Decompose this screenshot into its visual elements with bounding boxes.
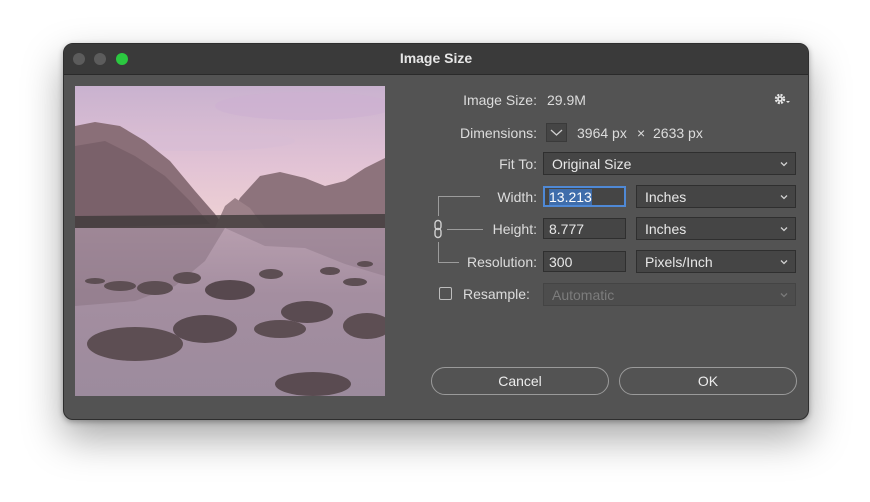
fit-to-label: Fit To: xyxy=(499,156,537,172)
height-unit-dropdown[interactable]: Inches xyxy=(636,217,796,240)
width-input[interactable]: 13.213 xyxy=(543,186,626,207)
title-bar: Image Size xyxy=(64,44,808,75)
height-unit-value: Inches xyxy=(645,221,687,237)
resolution-input[interactable]: 300 xyxy=(543,251,626,272)
resolution-unit-dropdown[interactable]: Pixels/Inch xyxy=(636,250,796,273)
gear-icon[interactable] xyxy=(773,91,791,107)
constrain-bracket-top xyxy=(438,196,439,216)
chevron-down-icon xyxy=(780,260,788,265)
image-preview[interactable] xyxy=(75,86,385,396)
dimensions-label: Dimensions: xyxy=(459,125,537,141)
height-label: Height: xyxy=(492,221,537,237)
chain-link-icon[interactable] xyxy=(432,219,444,239)
constrain-bracket-bottom-arm xyxy=(438,262,459,263)
image-size-dialog: Image Size Image Size: 29.9M Dimensions:… xyxy=(63,43,809,420)
resolution-unit-value: Pixels/Inch xyxy=(645,254,713,270)
dimensions-separator: × xyxy=(637,125,646,141)
image-size-value: 29.9M xyxy=(547,92,586,108)
width-unit-dropdown[interactable]: Inches xyxy=(636,185,796,208)
dimensions-units-dropdown[interactable] xyxy=(546,123,567,142)
width-label: Width: xyxy=(497,189,537,205)
constrain-bracket-middle-arm xyxy=(447,229,483,230)
chevron-down-icon xyxy=(780,227,788,232)
resample-method-dropdown[interactable]: Automatic xyxy=(543,283,796,306)
resample-checkbox[interactable] xyxy=(439,287,452,300)
image-size-label: Image Size: xyxy=(463,92,537,108)
cancel-button[interactable]: Cancel xyxy=(431,367,609,395)
resample-label: Resample: xyxy=(463,286,530,302)
resample-method-value: Automatic xyxy=(552,287,615,303)
fit-to-dropdown[interactable]: Original Size xyxy=(543,152,796,175)
height-input[interactable]: 8.777 xyxy=(543,218,626,239)
window-title: Image Size xyxy=(399,50,473,66)
width-unit-value: Inches xyxy=(645,189,687,205)
chevron-down-icon xyxy=(550,129,563,136)
fit-to-value: Original Size xyxy=(552,156,632,172)
chevron-down-icon xyxy=(780,293,788,298)
dimensions-height: 2633 px xyxy=(653,125,703,141)
chevron-down-icon xyxy=(780,162,788,167)
constrain-bracket-top-arm xyxy=(438,196,480,197)
dimensions-width: 3964 px xyxy=(577,125,627,141)
resolution-label: Resolution: xyxy=(466,254,537,270)
height-value: 8.777 xyxy=(549,221,585,237)
ok-button[interactable]: OK xyxy=(619,367,797,395)
width-value: 13.213 xyxy=(549,189,592,205)
chevron-down-icon xyxy=(780,195,788,200)
resolution-value: 300 xyxy=(549,254,573,270)
constrain-bracket-bottom xyxy=(438,242,439,262)
